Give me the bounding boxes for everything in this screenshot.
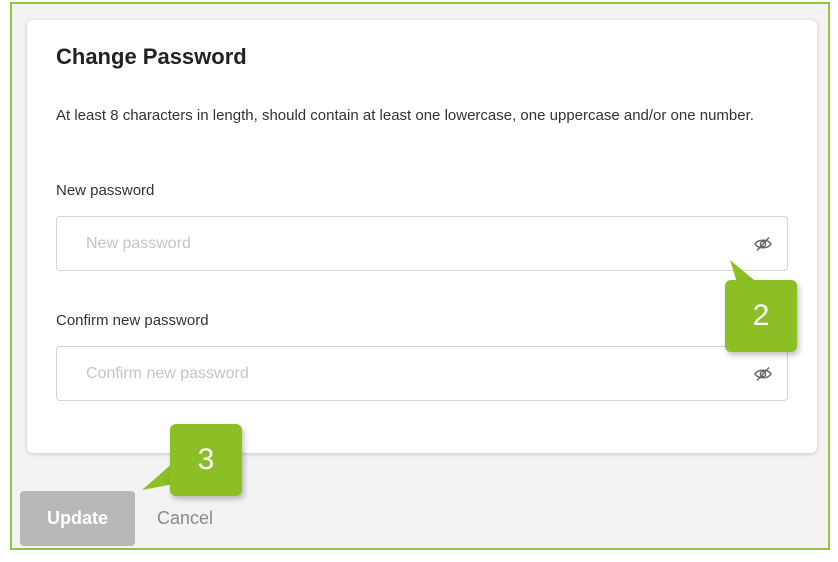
new-password-label: New password bbox=[56, 182, 155, 199]
confirm-password-input[interactable] bbox=[57, 347, 737, 400]
new-password-input[interactable] bbox=[57, 217, 737, 270]
confirm-password-field[interactable] bbox=[56, 346, 788, 401]
change-password-card: Change Password At least 8 characters in… bbox=[27, 20, 817, 453]
card-title: Change Password bbox=[56, 44, 247, 69]
callout-2-number: 2 bbox=[752, 299, 770, 332]
callout-3: 3 bbox=[170, 424, 242, 496]
update-button[interactable]: Update bbox=[20, 491, 135, 546]
callout-3-number: 3 bbox=[197, 443, 215, 476]
password-requirements-hint: At least 8 characters in length, should … bbox=[56, 107, 754, 124]
callout-2: 2 bbox=[725, 280, 797, 352]
cancel-button[interactable]: Cancel bbox=[147, 491, 223, 546]
new-password-field[interactable] bbox=[56, 216, 788, 271]
eye-slash-icon[interactable] bbox=[753, 234, 773, 254]
confirm-password-label: Confirm new password bbox=[56, 312, 209, 329]
eye-slash-icon[interactable] bbox=[753, 364, 773, 384]
